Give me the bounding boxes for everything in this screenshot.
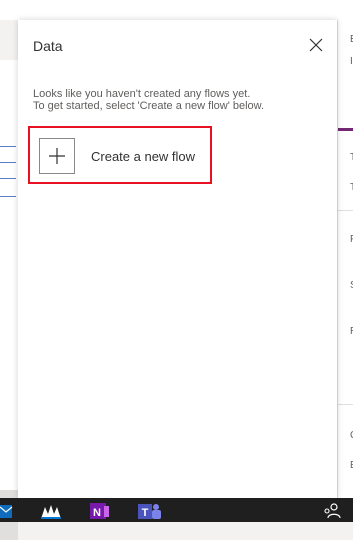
teams-taskbar-button[interactable]: T bbox=[136, 502, 162, 520]
plus-icon-box bbox=[39, 138, 75, 174]
top-strip bbox=[0, 0, 353, 21]
close-button[interactable] bbox=[307, 36, 325, 54]
right-pane-divider bbox=[338, 210, 353, 211]
whiteboard-icon bbox=[41, 505, 61, 519]
empty-state-line: Looks like you haven't created any flows… bbox=[33, 88, 251, 100]
onenote-taskbar-button[interactable]: N bbox=[88, 502, 110, 520]
background-rule bbox=[0, 146, 16, 147]
background-rule bbox=[0, 162, 16, 163]
outlook-taskbar-button[interactable] bbox=[0, 502, 14, 520]
background-content bbox=[0, 60, 18, 510]
people-taskbar-button[interactable] bbox=[322, 502, 342, 520]
background-left-pane bbox=[0, 20, 18, 540]
whiteboard-taskbar-button[interactable] bbox=[40, 502, 62, 520]
background-right-pane: E I T T P S R C E bbox=[337, 20, 353, 498]
taskbar: N T bbox=[0, 498, 353, 522]
create-new-flow-button[interactable]: Create a new flow bbox=[28, 126, 212, 184]
teams-letter: T bbox=[142, 507, 149, 519]
teams-icon: T bbox=[138, 504, 161, 519]
panel-title: Data bbox=[33, 38, 63, 54]
data-panel: Data Looks like you haven't created any … bbox=[18, 20, 337, 498]
empty-state-line: To get started, select 'Create a new flo… bbox=[33, 100, 265, 112]
outlook-icon bbox=[0, 505, 13, 518]
right-pane-accent bbox=[338, 128, 353, 131]
onenote-icon: N bbox=[90, 503, 109, 519]
background-rule bbox=[0, 196, 16, 197]
onenote-letter: N bbox=[93, 507, 101, 519]
right-pane-divider bbox=[338, 404, 353, 405]
plus-icon bbox=[49, 148, 65, 164]
empty-state-message: Looks like you haven't created any flows… bbox=[33, 88, 264, 112]
create-new-flow-label: Create a new flow bbox=[91, 149, 196, 164]
people-icon bbox=[324, 503, 341, 519]
close-icon bbox=[309, 38, 323, 52]
background-rule bbox=[0, 178, 16, 179]
right-pane-label: I bbox=[350, 56, 353, 67]
